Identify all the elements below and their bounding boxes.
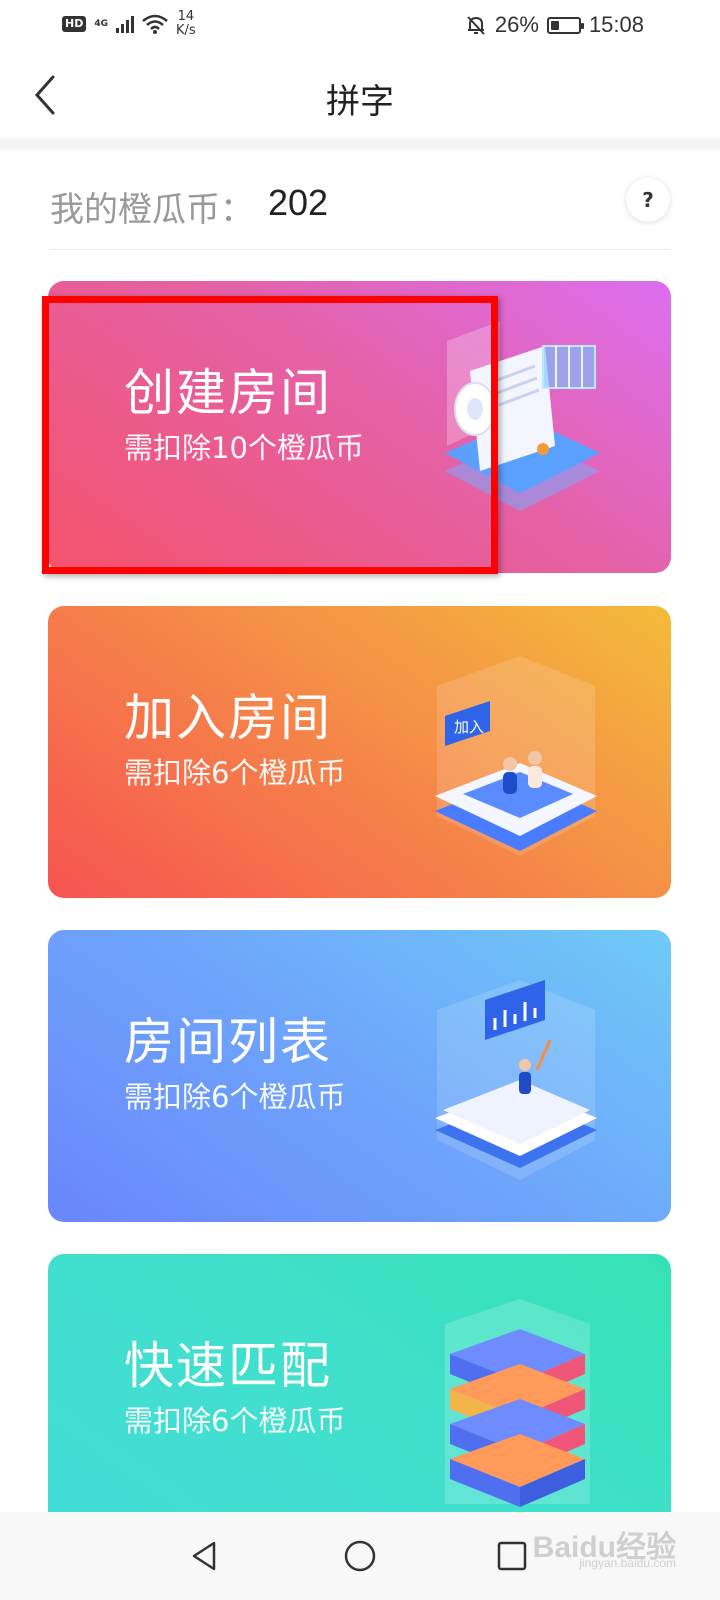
circle-home-icon: [344, 1540, 376, 1572]
app-header: 拼字: [0, 52, 720, 138]
speed-unit: K/s: [176, 23, 196, 38]
join-room-title: 加入房间: [124, 689, 332, 747]
square-recents-icon: [497, 1541, 527, 1571]
quick-match-cost: 需扣除6个橙瓜币: [124, 1404, 346, 1438]
room-list-cost: 需扣除6个橙瓜币: [124, 1080, 346, 1114]
coins-value: 202: [268, 182, 329, 223]
battery-icon: [546, 16, 584, 34]
room-list-title: 房间列表: [124, 1013, 332, 1071]
chart-papers-illustration: [435, 980, 597, 1180]
quick-match-title: 快速匹配: [124, 1337, 332, 1395]
room-list-card[interactable]: 房间列表 需扣除6个橙瓜币: [48, 930, 671, 1222]
join-room-cost: 需扣除6个橙瓜币: [124, 756, 346, 790]
clock: 15:08: [588, 12, 644, 37]
watermark-sub: jingyan.baidu.com: [579, 1556, 676, 1570]
battery-percent: 26%: [494, 12, 539, 37]
nav-home-button[interactable]: [336, 1532, 384, 1580]
wifi-icon: [142, 14, 168, 34]
speed-value: 14: [177, 9, 195, 24]
network-speed: 14 K/s: [176, 10, 196, 38]
coins-label: 我的橙瓜币：: [50, 190, 254, 230]
status-left: HD 4G 14 K/s: [62, 10, 196, 38]
nav-back-button[interactable]: [180, 1532, 228, 1580]
server-stack-illustration: [445, 1299, 590, 1507]
bell-off-icon: [467, 16, 485, 35]
status-right: 26% 15:08: [465, 12, 644, 38]
page-title: 拼字: [326, 82, 394, 122]
nav-recents-button[interactable]: [488, 1532, 536, 1580]
network-type: 4G: [94, 19, 108, 29]
watermark: Baidu经验 jingyan.baidu.com: [533, 1522, 676, 1570]
coins-row: 我的橙瓜币： 202 ?: [50, 170, 670, 250]
triangle-back-icon: [192, 1541, 216, 1571]
status-bar: HD 4G 14 K/s 26% 15:08: [0, 0, 720, 52]
header-divider: [0, 138, 720, 150]
join-room-card[interactable]: 加入房间 需扣除6个橙瓜币 加入: [48, 606, 671, 898]
highlight-box: [42, 296, 498, 574]
help-button[interactable]: ?: [626, 178, 670, 222]
join-phone-illustration: 加入: [435, 656, 597, 856]
hd-badge: HD: [62, 16, 87, 32]
signal-icon: [116, 15, 134, 33]
quick-match-card[interactable]: 快速匹配 需扣除6个橙瓜币: [48, 1254, 671, 1546]
join-badge-text: 加入: [454, 718, 484, 736]
